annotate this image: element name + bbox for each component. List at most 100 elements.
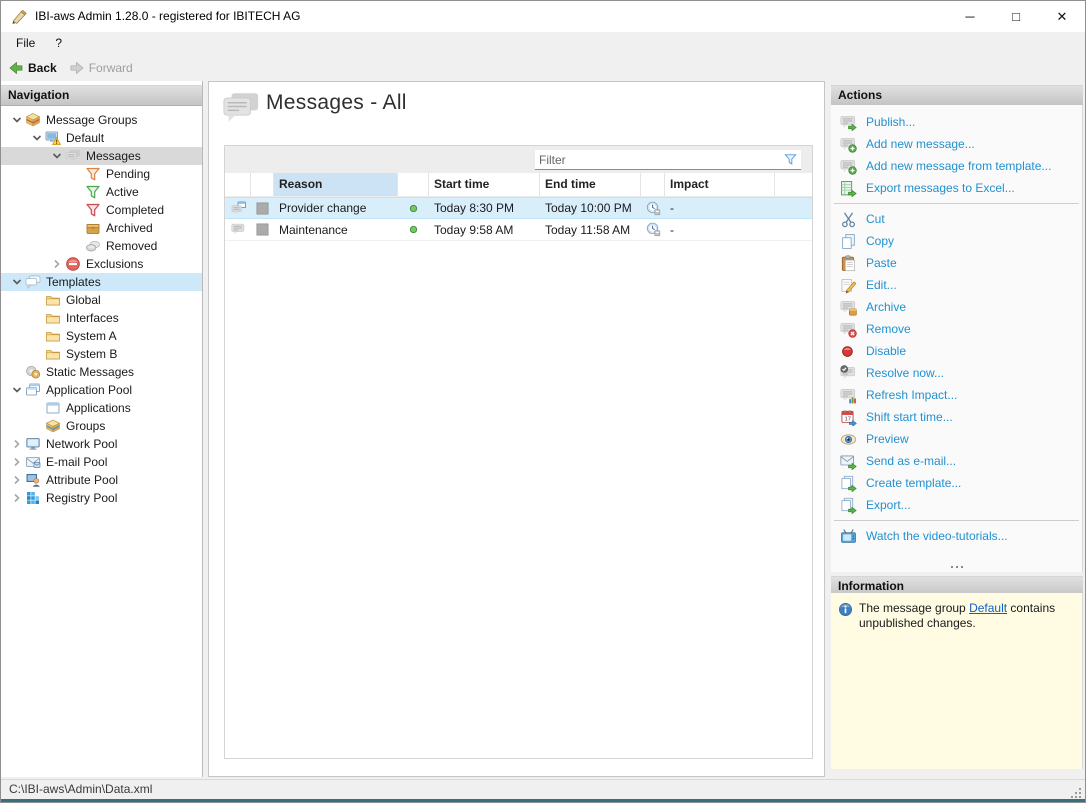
nav-item-global[interactable]: Global bbox=[1, 291, 202, 309]
column-header-icon-3[interactable] bbox=[398, 173, 429, 196]
nav-item-attribute-pool[interactable]: Attribute Pool bbox=[1, 471, 202, 489]
action-cut[interactable]: Cut bbox=[831, 208, 1082, 230]
chevron-placeholder bbox=[29, 292, 45, 308]
nav-item-message-groups[interactable]: Message Groups bbox=[1, 111, 202, 129]
nav-item-label: Templates bbox=[46, 275, 101, 289]
forward-button[interactable]: Forward bbox=[69, 60, 133, 76]
column-header-end-time[interactable]: End time bbox=[540, 173, 641, 196]
nav-item-pending[interactable]: Pending bbox=[1, 165, 202, 183]
table-row[interactable]: Provider changeToday 8:30 PMToday 10:00 … bbox=[225, 197, 812, 219]
action-add-new-message-from-template[interactable]: Add new message from template... bbox=[831, 155, 1082, 177]
chevron-right-icon[interactable] bbox=[9, 490, 25, 506]
action-preview[interactable]: Preview bbox=[831, 428, 1082, 450]
action-publish[interactable]: Publish... bbox=[831, 111, 1082, 133]
cell-end-time: Today 10:00 PM bbox=[540, 201, 641, 215]
chevron-down-icon[interactable] bbox=[29, 130, 45, 146]
edit-icon bbox=[840, 277, 857, 294]
chevron-placeholder bbox=[69, 202, 85, 218]
column-header-icon-1[interactable] bbox=[251, 173, 274, 196]
nav-item-application-pool[interactable]: Application Pool bbox=[1, 381, 202, 399]
column-header-filler bbox=[775, 173, 812, 196]
nav-item-groups[interactable]: Groups bbox=[1, 417, 202, 435]
nav-item-messages[interactable]: Messages bbox=[1, 147, 202, 165]
actions-separator bbox=[834, 203, 1079, 204]
nav-item-static-messages[interactable]: Static Messages bbox=[1, 363, 202, 381]
column-header-reason[interactable]: Reason bbox=[274, 173, 398, 196]
filter-input[interactable] bbox=[535, 153, 783, 167]
action-archive[interactable]: Archive bbox=[831, 296, 1082, 318]
nav-item-system-a[interactable]: System A bbox=[1, 327, 202, 345]
chevron-down-icon[interactable] bbox=[49, 148, 65, 164]
nav-item-completed[interactable]: Completed bbox=[1, 201, 202, 219]
nav-item-default[interactable]: Default bbox=[1, 129, 202, 147]
chevron-placeholder bbox=[29, 400, 45, 416]
action-edit[interactable]: Edit... bbox=[831, 274, 1082, 296]
disable-icon bbox=[840, 343, 857, 360]
nav-item-applications[interactable]: Applications bbox=[1, 399, 202, 417]
chevron-right-icon[interactable] bbox=[9, 436, 25, 452]
chevron-down-icon[interactable] bbox=[9, 382, 25, 398]
action-send-as-e-mail[interactable]: Send as e-mail... bbox=[831, 450, 1082, 472]
panel-splitter-handle[interactable] bbox=[831, 564, 1082, 570]
nav-item-archived[interactable]: Archived bbox=[1, 219, 202, 237]
action-export[interactable]: Export... bbox=[831, 494, 1082, 516]
filter-bar bbox=[225, 146, 812, 173]
filter-funnel-icon[interactable] bbox=[783, 152, 798, 167]
back-icon bbox=[8, 60, 24, 76]
action-label: Remove bbox=[866, 322, 911, 336]
nav-item-templates[interactable]: Templates bbox=[1, 273, 202, 291]
window-bottom-edge bbox=[1, 799, 1085, 802]
nav-item-exclusions[interactable]: Exclusions bbox=[1, 255, 202, 273]
chevron-placeholder bbox=[29, 328, 45, 344]
action-export-messages-to-excel[interactable]: Export messages to Excel... bbox=[831, 177, 1082, 199]
chevron-down-icon[interactable] bbox=[9, 112, 25, 128]
column-header-icon-6[interactable] bbox=[641, 173, 665, 196]
action-label: Add new message... bbox=[866, 137, 975, 151]
nav-item-label: Applications bbox=[66, 401, 131, 415]
action-add-new-message[interactable]: Add new message... bbox=[831, 133, 1082, 155]
nav-item-label: Global bbox=[66, 293, 101, 307]
action-refresh-impact[interactable]: Refresh Impact... bbox=[831, 384, 1082, 406]
action-remove[interactable]: Remove bbox=[831, 318, 1082, 340]
action-create-template[interactable]: Create template... bbox=[831, 472, 1082, 494]
default-group-link[interactable]: Default bbox=[969, 601, 1007, 615]
nav-item-registry-pool[interactable]: Registry Pool bbox=[1, 489, 202, 507]
nav-item-active[interactable]: Active bbox=[1, 183, 202, 201]
nav-item-removed[interactable]: Removed bbox=[1, 237, 202, 255]
menu-item-file[interactable]: File bbox=[6, 32, 45, 55]
column-header-impact[interactable]: Impact bbox=[665, 173, 775, 196]
chevron-right-icon[interactable] bbox=[9, 454, 25, 470]
nav-item-e-mail-pool[interactable]: E-mail Pool bbox=[1, 453, 202, 471]
chevron-right-icon[interactable] bbox=[49, 256, 65, 272]
nav-item-network-pool[interactable]: Network Pool bbox=[1, 435, 202, 453]
chevron-right-icon[interactable] bbox=[9, 472, 25, 488]
navigation-header: Navigation bbox=[1, 85, 202, 106]
nav-item-label: Network Pool bbox=[46, 437, 117, 451]
action-resolve-now[interactable]: Resolve now... bbox=[831, 362, 1082, 384]
action-label: Cut bbox=[866, 212, 885, 226]
column-header-start-time[interactable]: Start time bbox=[429, 173, 540, 196]
column-header-icon-0[interactable] bbox=[225, 173, 251, 196]
chevron-down-icon[interactable] bbox=[9, 274, 25, 290]
nav-item-system-b[interactable]: System B bbox=[1, 345, 202, 363]
action-shift-start-time[interactable]: 17Shift start time... bbox=[831, 406, 1082, 428]
info-text-before: The message group bbox=[859, 601, 969, 615]
cell-status bbox=[398, 201, 429, 216]
close-button[interactable]: ✕ bbox=[1039, 1, 1085, 32]
chevron-placeholder bbox=[69, 184, 85, 200]
action-copy[interactable]: Copy bbox=[831, 230, 1082, 252]
action-disable[interactable]: Disable bbox=[831, 340, 1082, 362]
cell-status bbox=[398, 222, 429, 237]
back-button[interactable]: Back bbox=[8, 60, 57, 76]
maximize-button[interactable]: □ bbox=[993, 1, 1039, 32]
action-paste[interactable]: Paste bbox=[831, 252, 1082, 274]
action-watch-the-video-tutorials[interactable]: Watch the video-tutorials... bbox=[831, 525, 1082, 547]
table-body: Provider changeToday 8:30 PMToday 10:00 … bbox=[225, 197, 812, 241]
resize-grip[interactable] bbox=[1069, 786, 1083, 800]
table-row[interactable]: MaintenanceToday 9:58 AMToday 11:58 AM- bbox=[225, 219, 812, 241]
menu-item-help[interactable]: ? bbox=[45, 32, 72, 55]
folder-icon bbox=[45, 346, 61, 362]
menubar: File? bbox=[1, 32, 1085, 55]
nav-item-interfaces[interactable]: Interfaces bbox=[1, 309, 202, 327]
minimize-button[interactable]: ─ bbox=[947, 1, 993, 32]
